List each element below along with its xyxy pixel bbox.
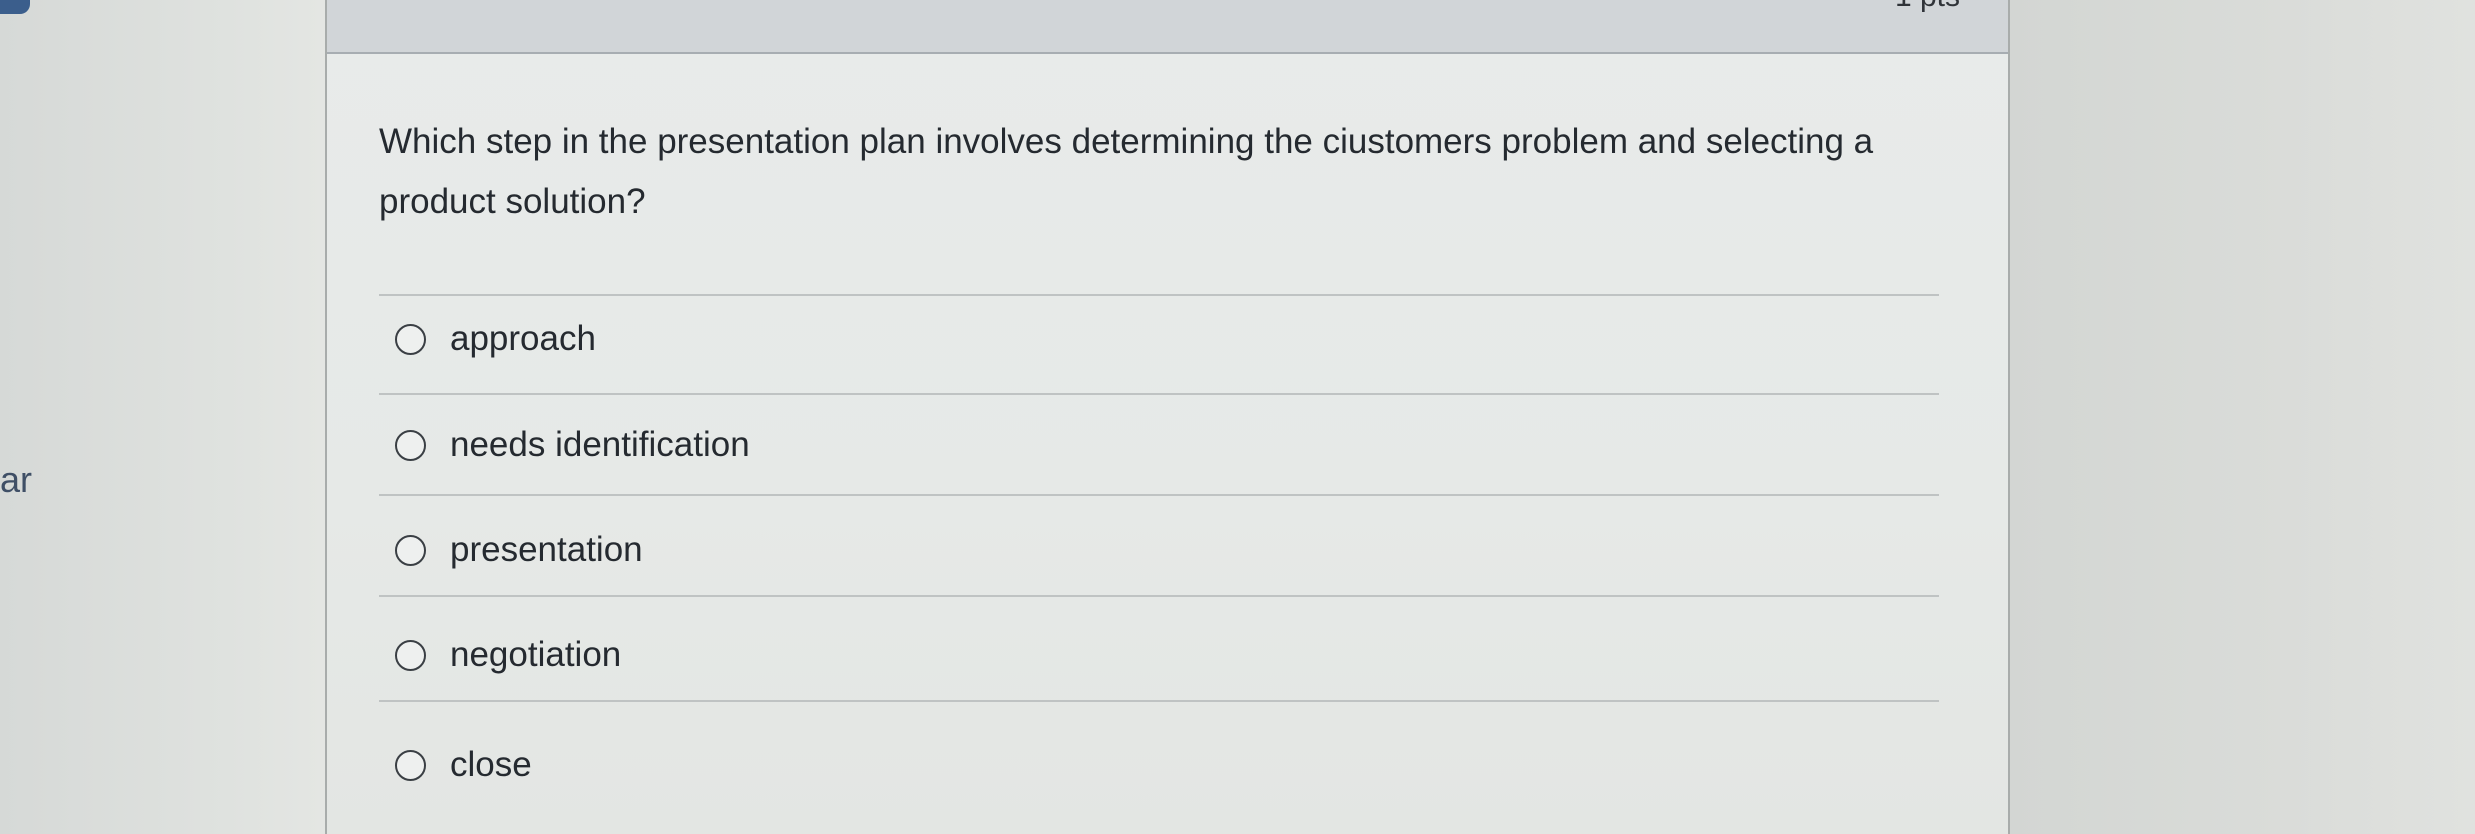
answer-label[interactable]: close — [450, 745, 532, 785]
answer-divider — [379, 393, 1939, 395]
answer-option-close[interactable]: close — [395, 740, 532, 790]
answer-label[interactable]: approach — [450, 319, 596, 359]
left-badge — [0, 0, 30, 14]
radio-button[interactable] — [395, 749, 426, 781]
left-background — [0, 0, 325, 834]
radio-button[interactable] — [395, 639, 426, 671]
answer-option-approach[interactable]: approach — [395, 314, 596, 364]
sidebar-partial-text: ar — [0, 459, 33, 500]
answer-label[interactable]: needs identification — [450, 425, 750, 465]
points-label: 1 pts — [1895, 0, 1960, 14]
answer-divider — [379, 595, 1939, 597]
answers-divider — [379, 294, 1939, 296]
answer-option-negotiation[interactable]: negotiation — [395, 630, 621, 680]
right-background — [2010, 0, 2475, 834]
answer-label[interactable]: negotiation — [450, 635, 621, 675]
radio-button[interactable] — [395, 323, 426, 355]
answer-divider — [379, 700, 1939, 702]
answer-divider — [379, 494, 1939, 496]
answer-label[interactable]: presentation — [450, 530, 643, 570]
question-text: Which step in the presentation plan invo… — [379, 122, 1874, 221]
question-card: 1 pts Which step in the presentation pla… — [325, 0, 2010, 834]
answer-option-presentation[interactable]: presentation — [395, 525, 643, 575]
question-header: 1 pts — [327, 0, 2008, 54]
answer-option-needs-identification[interactable]: needs identification — [395, 420, 750, 470]
radio-button[interactable] — [395, 429, 426, 461]
radio-button[interactable] — [395, 534, 426, 566]
